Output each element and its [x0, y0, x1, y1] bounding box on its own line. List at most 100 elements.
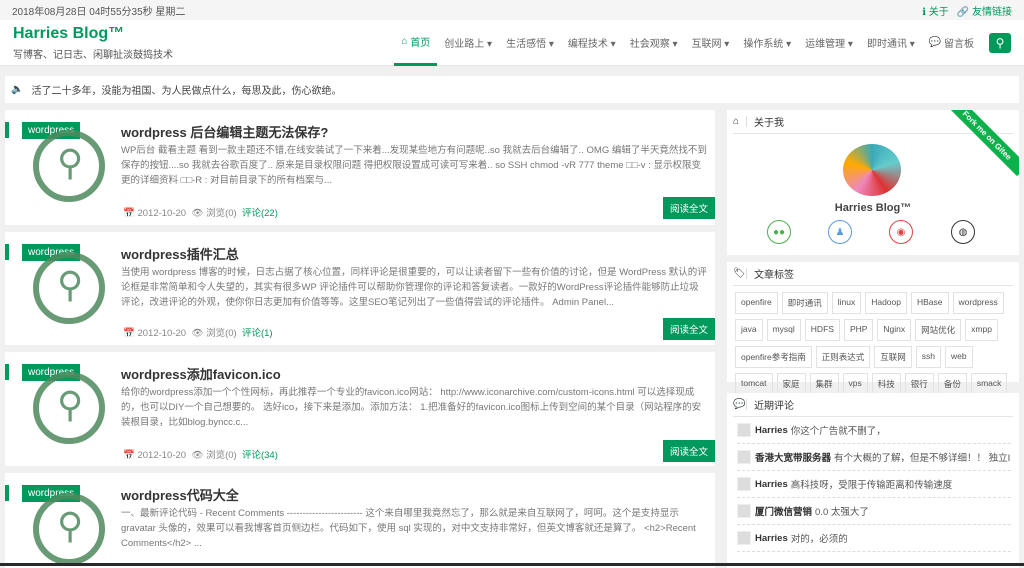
comment-item[interactable]: Harries 高科技呀，受限于传输距离和传输速度	[737, 471, 1011, 498]
user-avatar-icon	[737, 531, 751, 545]
site-header: Harries Blog™ 写博客、记日志、闲聊扯淡鼓捣技术 ⌂ 首页 创业路上…	[0, 20, 1024, 66]
nav-life[interactable]: 生活感悟 ▾	[499, 20, 561, 66]
nav-home[interactable]: ⌂ 首页	[394, 20, 438, 66]
qq-icon[interactable]: ♟	[828, 220, 852, 244]
comments-link[interactable]: 评论(22)	[242, 208, 278, 219]
comment-text: 0.0 太强大了	[815, 507, 869, 518]
read-more-button[interactable]: 阅读全文	[662, 197, 715, 219]
tag-item[interactable]: linux	[831, 292, 862, 314]
comment-item[interactable]: 香港大宽带服务器有个大概的了解，但是不够详细！！ 独立IP主...	[737, 444, 1011, 471]
comment-author: Harries	[755, 532, 788, 544]
tag-item[interactable]: PHP	[843, 319, 874, 341]
user-avatar-icon	[737, 423, 751, 437]
post-title[interactable]: wordpress添加favicon.ico	[121, 364, 281, 383]
post-title[interactable]: wordpress代码大全	[121, 485, 239, 504]
read-more-button[interactable]: 阅读全文	[662, 318, 715, 340]
nav-os[interactable]: 操作系统 ▾	[736, 20, 798, 66]
comment-author: 香港大宽带服务器	[755, 453, 832, 464]
tag-item[interactable]: ssh	[915, 346, 941, 368]
comment-text: 有个大概的了解，但是不够详细！！ 独立IP主...	[834, 453, 1011, 464]
about-panel: ⌂ 关于我 Fork me on Gitee Harries Blog™ ●● ♟…	[727, 110, 1019, 255]
tag-item[interactable]: smack	[970, 373, 1008, 395]
friend-links-link[interactable]: 🔗 友情链接	[957, 7, 1012, 18]
tag-item[interactable]: 备份	[937, 373, 967, 395]
tag-item[interactable]: 互联网	[874, 346, 912, 368]
about-link[interactable]: ℹ 关于	[922, 7, 949, 18]
nav-im[interactable]: 即时通讯 ▾	[860, 20, 922, 66]
post-excerpt: 一、最新评论代码 - Recent Comments -------------…	[121, 508, 696, 549]
recent-comments-panel: 💬 近期评论 Harries 你这个广告就不删了， 香港大宽带服务器 有个大概的了解，但…	[727, 393, 1019, 568]
tags-icon: 🏷	[733, 268, 747, 279]
comments-link[interactable]: 评论(34)	[242, 450, 278, 461]
tag-item[interactable]: HBase	[911, 292, 949, 314]
comment-item[interactable]: Harries 你这个广告就不删了，	[737, 417, 1011, 444]
tag-item[interactable]: 集群	[809, 373, 839, 395]
tag-item[interactable]: 家庭	[776, 373, 806, 395]
comment-text: 高科技呀，受限于传输距离和传输速度	[790, 480, 953, 491]
nav-ops[interactable]: 运维管理 ▾	[798, 20, 860, 66]
tag-item[interactable]: 银行	[904, 373, 934, 395]
top-bar: 2018年08月28日 04时55分35秒 星期二 ℹ 关于 🔗 友情链接	[0, 0, 1024, 20]
site-subtitle: 写博客、记日志、闲聊扯淡鼓捣技术	[13, 49, 173, 61]
tag-item[interactable]: 即时通讯	[781, 292, 828, 314]
post-thumbnail[interactable]	[33, 252, 105, 324]
blog-avatar	[843, 144, 901, 196]
tag-item[interactable]: web	[944, 346, 973, 368]
tag-item[interactable]: Hadoop	[865, 292, 907, 314]
tag-item[interactable]: java	[735, 319, 763, 341]
notice-bar: 🔈 活了二十多年，没能为祖国、为人民做点什么，每思及此，伤心欲绝。	[5, 76, 1019, 103]
tag-item[interactable]: openfire参考指南	[735, 346, 812, 368]
tags-panel: 🏷 文章标签 openfire 即时通讯 linux Hadoop HBase wordpr…	[727, 262, 1019, 422]
nav-programming[interactable]: 编程技术 ▾	[561, 20, 623, 66]
panel-title: 近期评论	[754, 401, 794, 412]
notice-text: 活了二十多年，没能为祖国、为人民做点什么，每思及此，伤心欲绝。	[31, 86, 342, 97]
tag-item[interactable]: Nginx	[877, 319, 912, 341]
search-icon: ⚲	[995, 35, 1005, 50]
post-thumbnail[interactable]	[33, 130, 105, 202]
tag-item[interactable]: 网站优化	[915, 319, 962, 341]
user-avatar-icon	[737, 504, 751, 518]
post-excerpt: WP后台 截看主题 看到一款主题还不错,在线安装试了一下来着...发现某些地方有…	[121, 145, 707, 186]
github-icon[interactable]: ◍	[951, 220, 975, 244]
post-meta: 📅 2012-10-20 👁 浏览(0) 评论(1)	[123, 328, 273, 339]
comment-text: 你这个广告就不删了，	[790, 426, 886, 437]
user-avatar-icon	[737, 450, 751, 464]
tag-item[interactable]: 科技	[871, 373, 901, 395]
comment-author: Harries	[755, 478, 788, 490]
nav-startup[interactable]: 创业路上 ▾	[437, 20, 499, 66]
tag-item[interactable]: HDFS	[804, 319, 840, 341]
post-thumbnail[interactable]	[33, 493, 105, 565]
blog-name: Harries Blog™	[834, 202, 912, 214]
tag-item[interactable]: mysql	[766, 319, 801, 341]
post-excerpt: 给你的wordpress添加一个个性网标，再此推荐一个专业的favicon.ic…	[121, 387, 702, 428]
post-card: wordpress wordpress插件汇总 当使用 wordpress 博客…	[5, 232, 715, 345]
post-excerpt: 当使用 wordpress 博客的时候，日志占据了核心位置，同样评论是很重要的，…	[121, 267, 707, 308]
post-card: wordpress wordpress添加favicon.ico 给你的word…	[5, 352, 715, 466]
post-card: wordpress wordpress代码大全 一、最新评论代码 - Recen…	[5, 473, 715, 568]
tag-item[interactable]: 正则表达式	[815, 346, 871, 368]
comments-icon: 💬	[733, 399, 747, 410]
nav-guestbook[interactable]: 💬 留言板	[922, 20, 981, 66]
post-title[interactable]: wordpress插件汇总	[121, 244, 239, 263]
post-title[interactable]: wordpress 后台编辑主题无法保存?	[121, 122, 328, 141]
site-title[interactable]: Harries Blog™	[13, 25, 173, 43]
nav-society[interactable]: 社会观察 ▾	[623, 20, 685, 66]
comment-item[interactable]: Harries 对的，必须的	[737, 525, 1011, 552]
nav-internet[interactable]: 互联网 ▾	[685, 20, 737, 66]
comment-text: 对的，必须的	[790, 534, 848, 545]
tag-item[interactable]: wordpress	[952, 292, 1004, 314]
tag-item[interactable]: vps	[842, 373, 868, 395]
tag-item[interactable]: xmpp	[965, 319, 998, 341]
comment-author: 厦门微信营销	[755, 507, 813, 518]
read-more-button[interactable]: 阅读全文	[662, 440, 715, 462]
tag-item[interactable]: tomcat	[735, 373, 773, 395]
comment-item[interactable]: 厦门微信营销 0.0 太强大了	[737, 498, 1011, 525]
post-thumbnail[interactable]	[33, 372, 105, 444]
search-button[interactable]: ⚲	[989, 32, 1011, 53]
comments-link[interactable]: 评论(1)	[242, 328, 273, 339]
weibo-icon[interactable]: ◉	[889, 220, 913, 244]
wechat-icon[interactable]: ●●	[767, 220, 791, 244]
post-meta: 📅 2012-10-20 👁 浏览(0) 评论(34)	[123, 450, 278, 461]
tag-item[interactable]: openfire	[735, 292, 778, 314]
comment-author: Harries	[755, 424, 788, 436]
